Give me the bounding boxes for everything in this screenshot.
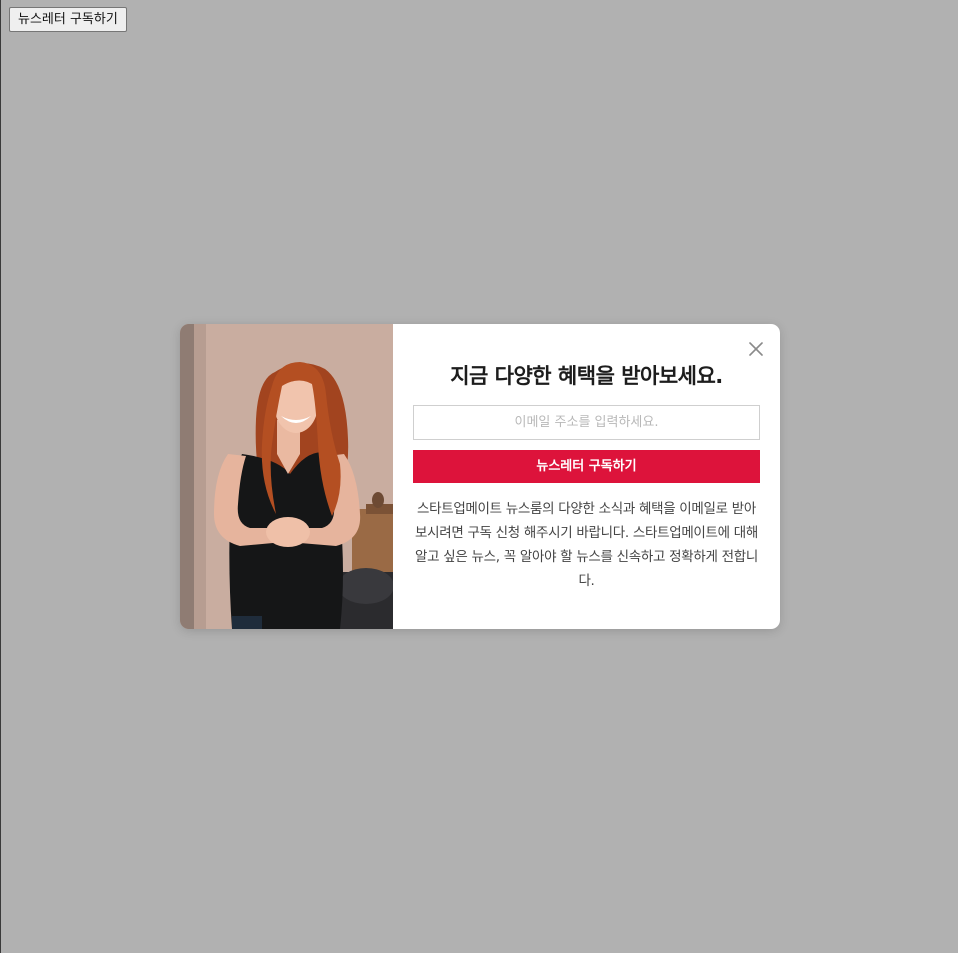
modal-photo (180, 324, 393, 629)
description-text: 스타트업메이트 뉴스룸의 다양한 소식과 혜택을 이메일로 받아 보시려면 구독… (414, 501, 759, 589)
email-field[interactable] (413, 405, 760, 440)
open-newsletter-button[interactable]: 뉴스레터 구독하기 (9, 7, 127, 32)
subscribe-button[interactable]: 뉴스레터 구독하기 (413, 450, 760, 483)
close-icon[interactable] (746, 339, 766, 359)
smiling-woman-photo (180, 324, 393, 629)
newsletter-modal: 지금 다양한 혜택을 받아보세요. 뉴스레터 구독하기 스타트업메이트 뉴스룸의… (180, 324, 780, 629)
modal-title: 지금 다양한 혜택을 받아보세요. (450, 364, 723, 388)
page-left-border (0, 0, 1, 953)
modal-content: 지금 다양한 혜택을 받아보세요. 뉴스레터 구독하기 스타트업메이트 뉴스룸의… (393, 324, 780, 629)
